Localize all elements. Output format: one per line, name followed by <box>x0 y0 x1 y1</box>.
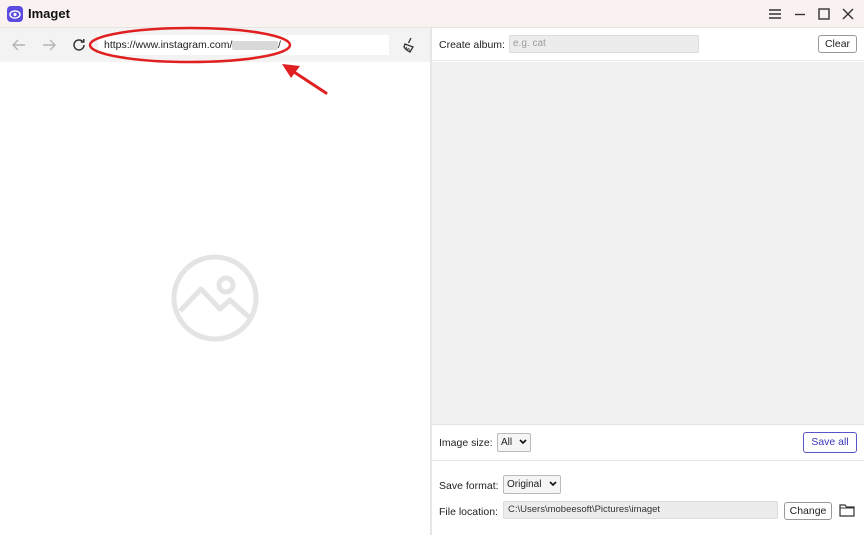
change-location-button[interactable]: Change <box>784 502 832 520</box>
save-format-select[interactable]: Original <box>503 475 561 494</box>
image-size-label: Image size: <box>439 437 493 449</box>
chevron-down-icon <box>549 481 557 487</box>
url-tail: / <box>278 39 281 51</box>
image-size-value: All <box>501 437 513 448</box>
reload-icon[interactable] <box>70 36 88 54</box>
image-size-select[interactable]: All <box>497 433 531 452</box>
image-size-row: Image size: All Save all <box>432 424 864 461</box>
annotation-arrow-icon <box>282 64 328 95</box>
image-gallery <box>432 62 864 424</box>
image-placeholder-icon <box>171 254 259 342</box>
album-name-input[interactable]: e.g. cat <box>509 35 699 53</box>
minimize-icon[interactable] <box>790 4 810 24</box>
browser-pane: https://www.instagram.com/ / <box>0 26 430 535</box>
chevron-down-icon <box>519 439 527 445</box>
app-logo-icon <box>7 6 23 22</box>
browser-nav-bar: https://www.instagram.com/ / <box>0 28 430 62</box>
file-location-label: File location: <box>439 506 498 518</box>
title-bar: Imaget <box>0 0 864 28</box>
close-icon[interactable] <box>838 4 858 24</box>
save-format-value: Original <box>507 479 542 490</box>
download-panel: Create album: e.g. cat Clear Image size:… <box>432 28 864 535</box>
save-all-button[interactable]: Save all <box>803 432 857 453</box>
album-row: Create album: e.g. cat Clear <box>432 28 864 61</box>
url-redacted-segment <box>232 41 278 50</box>
create-album-label: Create album: <box>439 39 505 51</box>
app-title: Imaget <box>28 6 70 21</box>
clear-button[interactable]: Clear <box>818 35 857 53</box>
hamburger-icon[interactable] <box>765 4 785 24</box>
back-arrow-icon[interactable] <box>10 36 28 54</box>
save-format-label: Save format: <box>439 480 499 492</box>
file-location-input[interactable]: C:\Users\mobeesoft\Pictures\imaget <box>503 501 778 519</box>
forward-arrow-icon[interactable] <box>40 36 58 54</box>
maximize-icon[interactable] <box>814 4 834 24</box>
clean-broom-icon[interactable] <box>400 36 418 54</box>
folder-icon[interactable] <box>839 503 855 517</box>
